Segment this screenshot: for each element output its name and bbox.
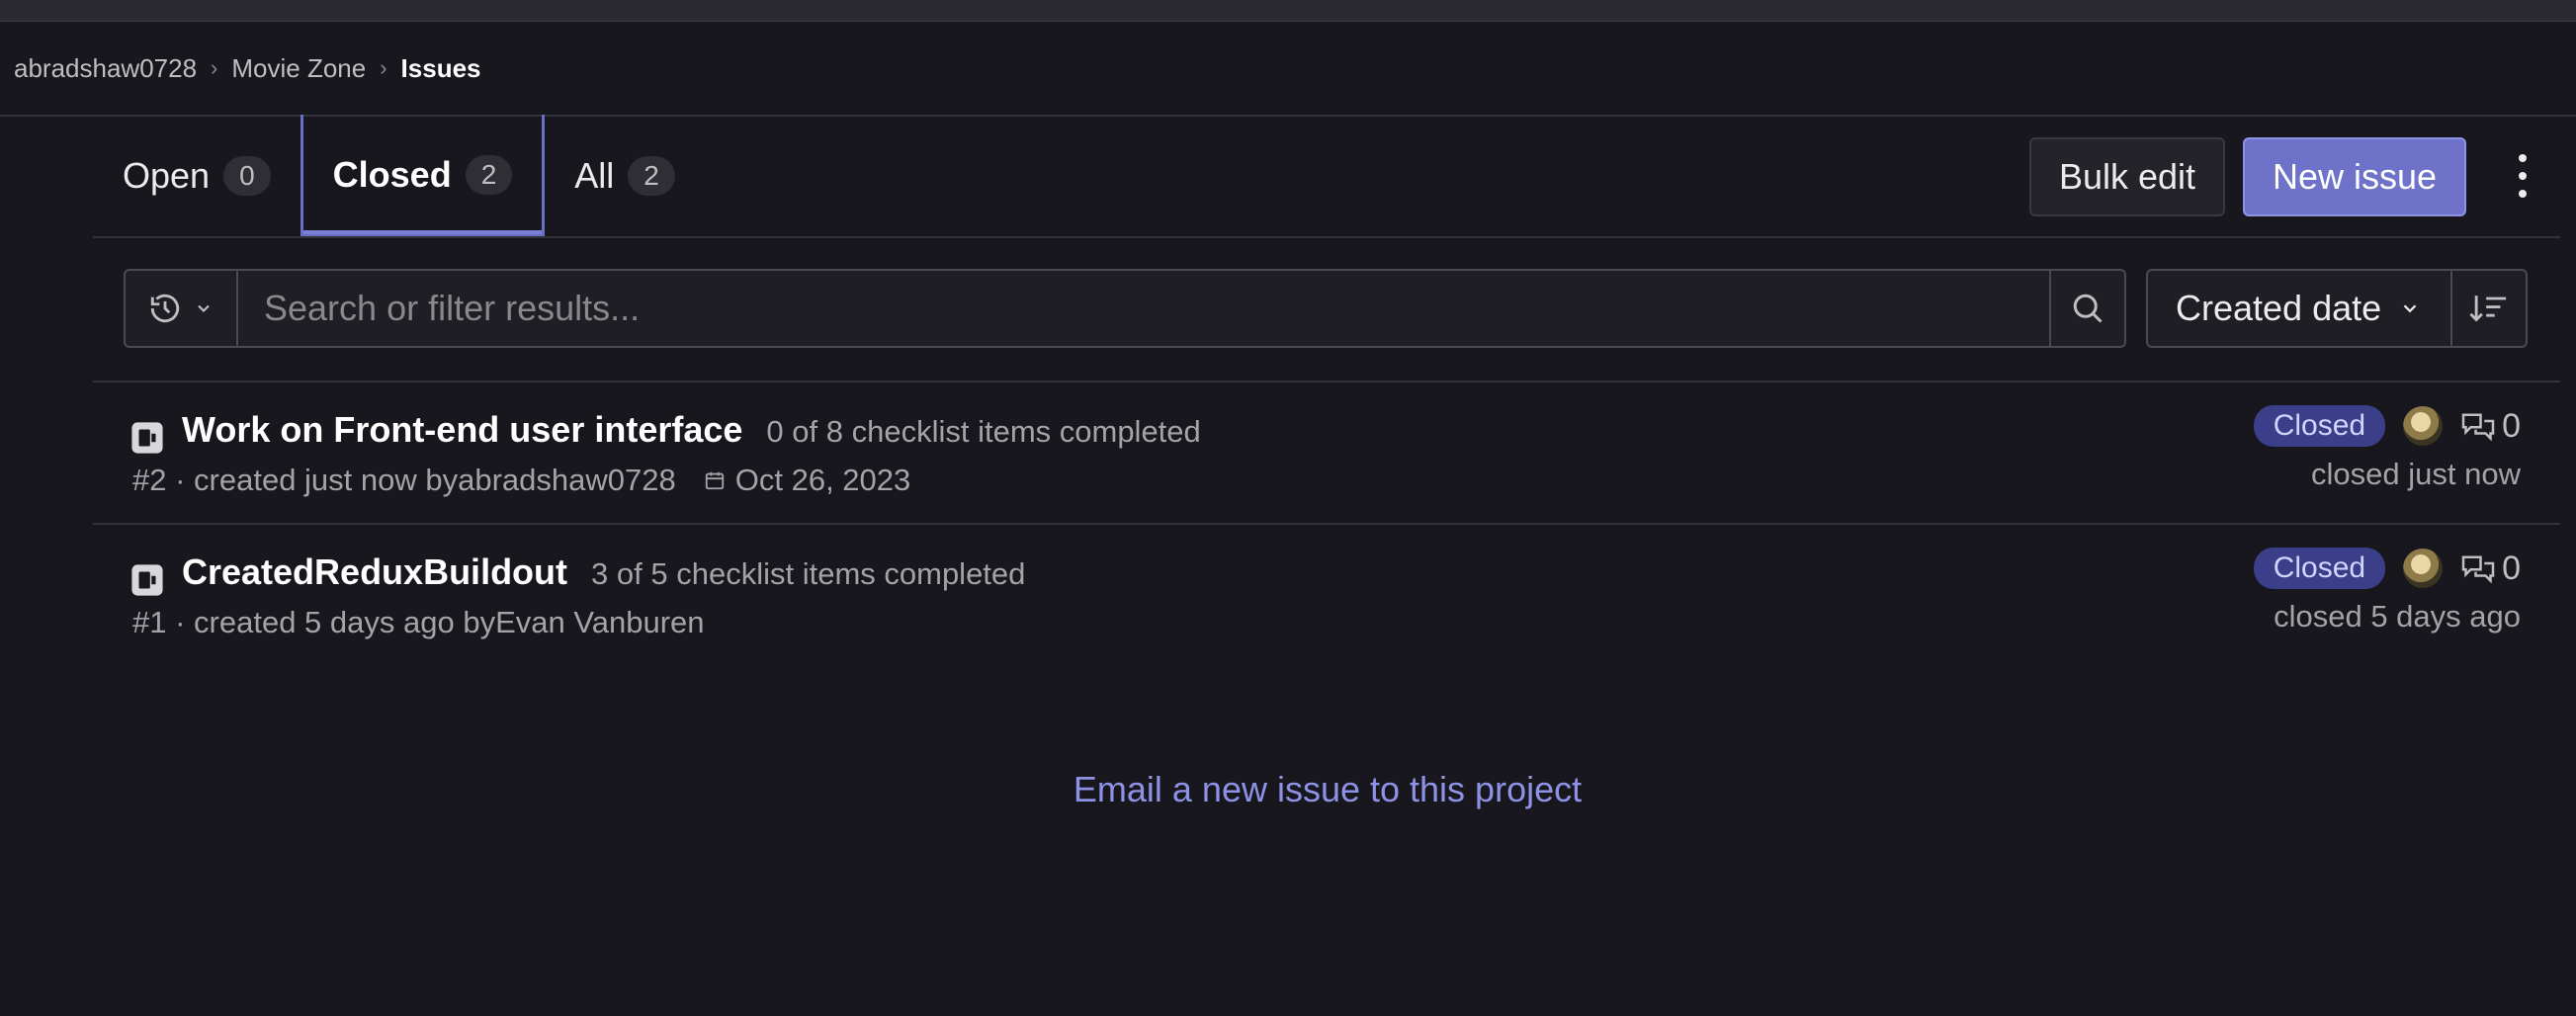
bulk-edit-button[interactable]: Bulk edit — [2029, 137, 2225, 216]
chevron-right-icon: › — [211, 55, 218, 80]
closed-time: closed 5 days ago — [2274, 599, 2521, 634]
assignee-avatar[interactable] — [2403, 406, 2444, 446]
issue-meta: #1 · created 5 days ago by — [132, 605, 496, 639]
chevron-down-icon — [2403, 304, 2417, 313]
sort-direction-button[interactable] — [2450, 271, 2526, 346]
search-icon — [2073, 294, 2103, 323]
issue-row: CreatedReduxBuildout 3 of 5 checklist it… — [93, 528, 2560, 666]
browser-top-strip — [0, 0, 2576, 22]
tab-all-label: All — [574, 155, 615, 196]
comments-icon — [2461, 413, 2495, 441]
status-badge: Closed — [2253, 405, 2386, 447]
sort-dropdown[interactable]: Created date — [2148, 271, 2450, 346]
chevron-down-icon — [198, 304, 210, 312]
calendar-icon — [705, 471, 724, 490]
sort-label: Created date — [2176, 288, 2382, 328]
status-badge: Closed — [2253, 548, 2386, 589]
breadcrumb-project[interactable]: Movie Zone — [231, 53, 366, 84]
filter-divider — [93, 381, 2560, 382]
issue-row: Work on Front-end user interface 0 of 8 … — [93, 385, 2560, 524]
breadcrumb: abradshaw0728 › Movie Zone › Issues — [14, 47, 481, 89]
sort-lowest-icon — [2469, 296, 2507, 322]
comments-count: 0 — [2502, 549, 2521, 587]
issue-meta: #2 · created just now by — [132, 463, 459, 497]
chevron-right-icon: › — [380, 55, 387, 80]
filter-bar — [124, 269, 2126, 348]
new-issue-button[interactable]: New issue — [2243, 137, 2466, 216]
search-input[interactable] — [238, 271, 2049, 346]
tab-all[interactable]: All 2 — [545, 115, 705, 237]
breadcrumb-current[interactable]: Issues — [401, 53, 481, 84]
checklist-status: 3 of 5 checklist items completed — [591, 556, 1026, 591]
tab-closed-count: 2 — [465, 154, 513, 195]
comments-link[interactable]: 0 — [2460, 407, 2521, 446]
due-date: Oct 26, 2023 — [704, 463, 911, 498]
issue-closed-icon — [131, 422, 163, 454]
issue-author-link[interactable]: abradshaw0728 — [458, 463, 676, 498]
sort-control: Created date — [2146, 269, 2528, 348]
comments-icon — [2461, 555, 2495, 583]
email-new-issue-link[interactable]: Email a new issue to this project — [0, 769, 2576, 810]
assignee-avatar[interactable] — [2403, 549, 2444, 588]
issue-title-link[interactable]: CreatedReduxBuildout — [182, 551, 567, 592]
history-icon — [150, 294, 180, 323]
issue-state-tabs: Open 0 Closed 2 All 2 — [93, 115, 705, 237]
search-button[interactable] — [2049, 271, 2124, 346]
tabs-divider — [93, 236, 2560, 238]
issue-author-link[interactable]: Evan Vanburen — [495, 605, 704, 640]
issue-closed-icon — [131, 564, 163, 596]
tab-all-count: 2 — [628, 156, 675, 196]
more-actions-icon[interactable] — [2511, 148, 2534, 204]
due-date-text: Oct 26, 2023 — [734, 463, 911, 497]
tab-open-label: Open — [123, 155, 211, 196]
tab-open-count: 0 — [223, 156, 271, 196]
breadcrumb-user[interactable]: abradshaw0728 — [14, 53, 197, 84]
tab-open[interactable]: Open 0 — [93, 115, 301, 237]
checklist-status: 0 of 8 checklist items completed — [766, 414, 1201, 449]
tab-closed-label: Closed — [332, 153, 452, 195]
closed-time: closed just now — [2311, 457, 2521, 491]
issue-title-link[interactable]: Work on Front-end user interface — [182, 409, 742, 450]
comments-link[interactable]: 0 — [2460, 550, 2521, 588]
recent-searches-dropdown[interactable] — [126, 271, 238, 346]
tab-closed[interactable]: Closed 2 — [300, 115, 546, 237]
issue-divider — [93, 523, 2560, 525]
comments-count: 0 — [2502, 406, 2521, 445]
